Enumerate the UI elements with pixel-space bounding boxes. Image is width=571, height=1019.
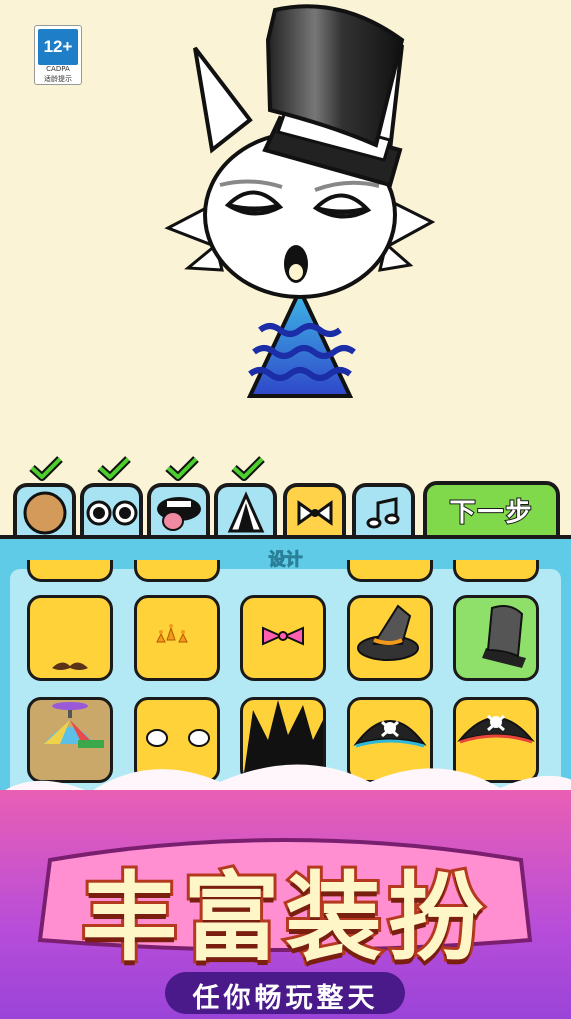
body-color-icon <box>23 491 66 535</box>
age-rating-org: CADPA <box>46 65 70 73</box>
music-note-icon <box>366 497 399 529</box>
witch-hat-icon <box>357 604 419 661</box>
outfit-icon <box>227 491 264 533</box>
check-icon <box>29 456 63 481</box>
item-slot-partial[interactable] <box>347 560 433 582</box>
banner-title: 丰富装扮 <box>79 859 490 977</box>
tab-music[interactable] <box>352 483 415 539</box>
top-hat-icon <box>482 605 526 668</box>
item-top-hat[interactable] <box>453 595 539 681</box>
check-icon <box>231 456 265 481</box>
item-slot-partial[interactable] <box>134 560 220 582</box>
item-slot-partial[interactable] <box>453 560 539 582</box>
next-step-button[interactable]: 下一步 <box>423 481 560 539</box>
tab-body[interactable] <box>13 483 76 539</box>
item-crown[interactable] <box>134 595 220 681</box>
age-rating-hint: 适龄提示 <box>44 75 72 83</box>
pink-bow-tie-icon <box>262 626 304 646</box>
mustache-icon <box>52 662 88 670</box>
tab-accessory[interactable] <box>283 483 346 539</box>
item-slot-partial[interactable] <box>27 560 113 582</box>
item-mustache[interactable] <box>27 595 113 681</box>
age-rating-label: 12+ <box>38 29 78 65</box>
banner-subtitle: 任你畅玩整天 <box>192 983 379 1014</box>
tab-outfit[interactable] <box>214 483 277 539</box>
check-icon <box>97 456 131 481</box>
bow-tie-icon <box>297 500 332 526</box>
tab-eyes[interactable] <box>80 483 143 539</box>
crown-icon <box>156 624 188 643</box>
character-preview <box>164 4 436 398</box>
mouth-icon <box>156 497 201 531</box>
item-witch-hat[interactable] <box>347 595 433 681</box>
age-rating-badge: 12+ CADPA 适龄提示 <box>34 25 82 85</box>
check-icon <box>165 456 199 481</box>
item-bow-tie[interactable] <box>240 595 326 681</box>
tab-mouth[interactable] <box>147 483 210 539</box>
eyes-icon <box>86 500 137 526</box>
